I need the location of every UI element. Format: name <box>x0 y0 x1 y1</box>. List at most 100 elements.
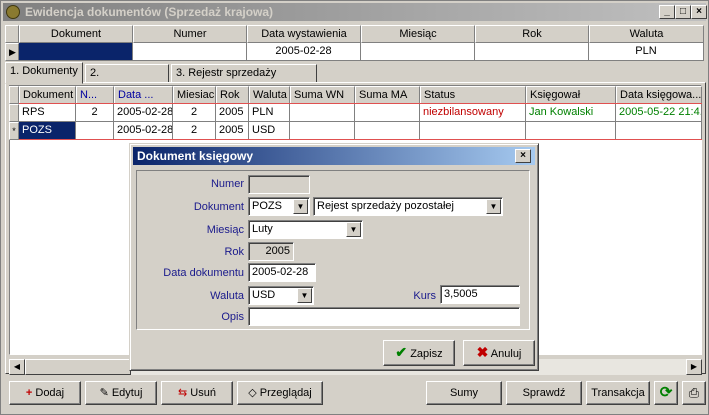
chevron-down-icon[interactable]: ▼ <box>486 199 501 214</box>
filter-header-data: Data wystawienia <box>247 25 361 43</box>
view-button[interactable]: ◇ Przeglądaj <box>237 381 323 405</box>
table-row-cell[interactable] <box>290 104 355 122</box>
table-row-cell[interactable] <box>616 122 702 140</box>
dokument-value: POZS <box>252 200 282 212</box>
check-button[interactable]: Sprawdź <box>506 381 582 405</box>
table-row-cell[interactable]: POZS <box>19 122 76 140</box>
delete-button[interactable]: ⇆ Usuń <box>161 381 233 405</box>
refresh-button[interactable]: ⟳ <box>654 381 678 405</box>
cancel-button[interactable]: ✖ Anuluj <box>463 340 535 366</box>
grid-header-waluta[interactable]: Waluta <box>249 86 290 104</box>
print-button[interactable]: ⎙ <box>682 381 706 405</box>
transaction-button[interactable]: Transakcja <box>586 381 650 405</box>
tab-rejestr-sprzedazy[interactable]: 3. Rejestr sprzedaży krajowej <box>171 64 317 96</box>
save-button[interactable]: ✔ Zapisz <box>383 340 455 366</box>
dialog-close-icon[interactable]: × <box>515 149 531 163</box>
filter-header-waluta: Waluta <box>589 25 704 43</box>
row-edit-indicator: * <box>9 122 19 140</box>
grid-header-status[interactable]: Status <box>420 86 526 104</box>
filter-cell-numer[interactable] <box>133 43 247 61</box>
grid-header-data-ksiegowania[interactable]: Data księgowa... <box>616 86 702 104</box>
grid-header-data[interactable]: Data ... <box>114 86 173 104</box>
cross-icon: ✖ <box>476 344 489 360</box>
document-dialog: Dokument księgowy × Numer Dokument POZS … <box>129 143 539 371</box>
table-row-cell[interactable] <box>76 122 114 140</box>
printer-icon: ⎙ <box>688 385 700 400</box>
opis-field[interactable] <box>248 307 520 326</box>
table-row-cell[interactable]: 2 <box>173 104 216 122</box>
grid-header-suma-ma[interactable]: Suma MA <box>355 86 420 104</box>
scroll-left-icon[interactable]: ◀ <box>9 359 25 375</box>
add-document-icon: + <box>25 387 33 399</box>
table-row-cell[interactable]: 2005 <box>216 104 249 122</box>
table-row-cell[interactable]: 2005-02-28 <box>114 104 173 122</box>
waluta-select[interactable]: USD ▼ <box>248 286 314 305</box>
table-row-cell[interactable]: 2 <box>173 122 216 140</box>
dokument-select[interactable]: POZS ▼ <box>248 197 310 216</box>
grid-header-miesiac[interactable]: Miesiac <box>173 86 216 104</box>
data-dokumentu-field[interactable]: 2005-02-28 <box>248 263 316 282</box>
window-title: Ewidencja dokumentów (Sprzedaż krajowa) <box>25 5 274 19</box>
maximize-button[interactable]: □ <box>675 5 691 19</box>
table-row-cell[interactable]: 2005 <box>216 122 249 140</box>
cancel-button-label: Anuluj <box>490 348 522 360</box>
view-button-label: Przeglądaj <box>259 387 312 399</box>
label-miesiac: Miesiąc <box>206 224 244 236</box>
app-icon <box>6 5 20 19</box>
view-document-icon: ◇ <box>248 387 257 399</box>
edit-document-icon: ✎ <box>99 387 109 399</box>
minimize-button[interactable]: _ <box>659 5 675 19</box>
main-window: Ewidencja dokumentów (Sprzedaż krajowa) … <box>0 0 709 415</box>
table-row-cell[interactable]: PLN <box>249 104 290 122</box>
chevron-down-icon[interactable]: ▼ <box>346 222 361 237</box>
table-row-cell[interactable]: 2 <box>76 104 114 122</box>
table-row-cell[interactable] <box>420 122 526 140</box>
filter-cell-data[interactable]: 2005-02-28 <box>247 43 361 61</box>
grid-header-dokument[interactable]: Dokument <box>19 86 76 104</box>
label-dokument: Dokument <box>193 201 244 213</box>
table-row-cell[interactable] <box>290 122 355 140</box>
grid-header-numer[interactable]: N... <box>76 86 114 104</box>
rok-field[interactable]: 2005 <box>248 242 294 261</box>
chevron-down-icon[interactable]: ▼ <box>293 199 308 214</box>
miesiac-select[interactable]: Luty ▼ <box>248 220 363 239</box>
table-row-cell[interactable] <box>526 122 616 140</box>
kurs-field[interactable]: 3,5005 <box>440 285 520 304</box>
title-bar: Ewidencja dokumentów (Sprzedaż krajowa) … <box>3 3 707 21</box>
status-cell[interactable]: niezbilansowany <box>420 104 526 122</box>
numer-field[interactable] <box>248 175 310 194</box>
filter-cell-miesiac[interactable] <box>361 43 475 61</box>
tab-ksiegowania[interactable]: 2. Księgowania <box>85 64 169 96</box>
add-button[interactable]: + Dodaj <box>9 381 81 405</box>
scroll-thumb[interactable] <box>25 359 131 375</box>
grid-header-rok[interactable]: Rok <box>216 86 249 104</box>
sums-button[interactable]: Sumy <box>426 381 502 405</box>
edit-button[interactable]: ✎ Edytuj <box>85 381 157 405</box>
dokument-name-value: Rejest sprzedaży pozostałej <box>317 200 454 212</box>
close-button[interactable]: × <box>691 5 707 19</box>
row-divider <box>19 139 702 140</box>
table-row-cell[interactable]: RPS <box>19 104 76 122</box>
label-kurs: Kurs <box>413 290 436 302</box>
chevron-down-icon[interactable]: ▼ <box>297 288 312 303</box>
table-row-cell[interactable]: 2005-02-28 <box>114 122 173 140</box>
grid-indicator-header <box>9 86 19 104</box>
tab-dokumenty[interactable]: 1. Dokumenty <box>5 62 83 84</box>
filter-cell-waluta[interactable]: PLN <box>589 43 704 61</box>
dokument-name-select[interactable]: Rejest sprzedaży pozostałej ▼ <box>313 197 503 216</box>
save-button-label: Zapisz <box>410 348 443 360</box>
table-row-cell[interactable] <box>355 104 420 122</box>
filter-header-miesiac: Miesiąc <box>361 25 475 43</box>
label-rok: Rok <box>224 246 244 258</box>
filter-cell-dokument[interactable] <box>19 43 133 61</box>
grid-header-suma-wn[interactable]: Suma WN <box>290 86 355 104</box>
filter-cell-rok[interactable] <box>475 43 589 61</box>
grid-header-ksiegowal[interactable]: Księgował <box>526 86 616 104</box>
scroll-right-icon[interactable]: ▶ <box>686 359 702 375</box>
table-row-cell[interactable]: USD <box>249 122 290 140</box>
table-row-cell[interactable] <box>355 122 420 140</box>
refresh-icon: ⟳ <box>659 384 673 401</box>
ksiegowal-cell[interactable]: Jan Kowalski <box>526 104 616 122</box>
data-ksiegowania-cell[interactable]: 2005-05-22 21:4... <box>616 104 702 122</box>
filter-row-indicator-header <box>5 25 19 43</box>
